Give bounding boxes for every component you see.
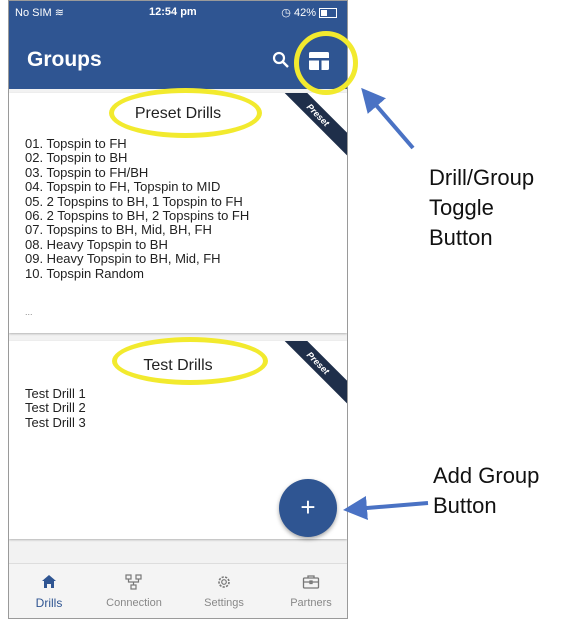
add-annotation-arrow — [343, 496, 429, 520]
highlight-preset-title — [109, 88, 262, 138]
status-bar: No SIM ≋ 12:54 pm ◷ 42% — [9, 3, 347, 21]
alarm-icon: ◷ — [281, 7, 291, 19]
gear-icon — [218, 576, 230, 588]
list-item: 09. Heavy Topspin to BH, Mid, FH — [25, 251, 221, 267]
page-title: Groups — [27, 48, 102, 71]
add-annotation-label: Add Group Button — [433, 463, 540, 518]
tab-drills[interactable]: Drills — [9, 574, 89, 610]
connection-icon — [125, 574, 142, 590]
tab-label: Settings — [204, 597, 244, 609]
toggle-annotation-arrow — [361, 87, 415, 150]
battery-status: ◷ 42% — [281, 6, 337, 19]
list-item: 06. 2 Topspins to BH, 2 Topspins to FH — [25, 208, 250, 224]
toggle-annotation-label: Drill/Group Toggle Button — [429, 165, 535, 250]
drill-list: 01. Topspin to FH 02. Topspin to BH 03. … — [25, 136, 250, 281]
list-item: 07. Topspins to BH, Mid, BH, FH — [25, 222, 212, 238]
list-item: 08. Heavy Topspin to BH — [25, 236, 168, 252]
carrier-label: No SIM ≋ — [15, 7, 64, 19]
list-item: Test Drill 2 — [25, 400, 86, 416]
bottom-tab-bar: Drills Connection Settings Partners — [9, 563, 347, 618]
tab-label: Drills — [35, 596, 63, 610]
preset-ribbon: Preset — [273, 93, 347, 160]
tab-label: Partners — [290, 597, 332, 609]
list-item: Test Drill 3 — [25, 414, 86, 430]
add-group-button[interactable]: + — [279, 479, 337, 537]
highlight-test-title — [112, 337, 268, 385]
list-item: Test Drill 1 — [25, 386, 86, 401]
list-item: 10. Topspin Random — [25, 265, 145, 281]
search-icon[interactable] — [272, 51, 290, 74]
list-item: 05. 2 Topspins to BH, 1 Topspin to FH — [25, 193, 243, 209]
clock: 12:54 pm — [149, 6, 197, 18]
battery-icon — [319, 8, 337, 19]
list-item: 01. Topspin to FH — [25, 136, 127, 151]
wifi-icon: ≋ — [54, 7, 64, 19]
tab-settings[interactable]: Settings — [184, 574, 264, 609]
highlight-toggle-button — [294, 31, 358, 95]
drill-list: Test Drill 1 Test Drill 2 Test Drill 3 — [25, 386, 86, 430]
tab-connection[interactable]: Connection — [94, 574, 174, 609]
home-icon — [42, 575, 56, 588]
briefcase-icon — [302, 575, 320, 589]
tab-partners[interactable]: Partners — [271, 574, 347, 609]
list-item: 03. Topspin to FH/BH — [25, 164, 149, 180]
tab-label: Connection — [106, 597, 162, 609]
list-item: 04. Topspin to FH, Topspin to MID — [25, 179, 221, 195]
list-item: 02. Topspin to BH — [25, 150, 128, 166]
more-indicator: ... — [25, 307, 33, 317]
